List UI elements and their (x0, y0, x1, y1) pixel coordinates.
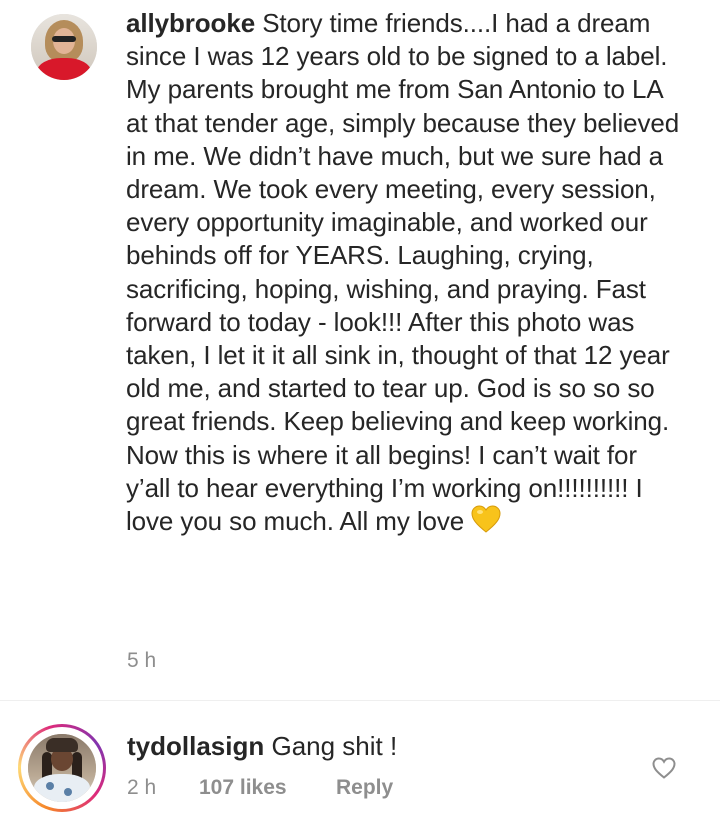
comment-text: tydollasign Gang shit ! (127, 729, 627, 763)
caption-timestamp: 5 h (127, 649, 157, 672)
reply-button[interactable]: Reply (336, 776, 393, 800)
avatar-tydollasign[interactable] (28, 734, 96, 802)
yellow-heart-icon (471, 505, 501, 541)
caption-section: allybrooke Story time friends....I had a… (0, 0, 720, 700)
comment-likes-link[interactable]: 107 likes (199, 776, 336, 800)
comment-timestamp: 2 h (127, 776, 157, 799)
caption-body: Story time friends....I had a dream sinc… (126, 8, 680, 537)
avatar-allybrooke[interactable] (31, 14, 97, 80)
story-ring[interactable] (18, 724, 106, 812)
comment-meta: 2 h 107 likes Reply (127, 776, 393, 800)
heart-outline-icon[interactable] (652, 757, 676, 779)
caption-text: allybrooke Story time friends....I had a… (126, 7, 686, 541)
comment-username[interactable]: tydollasign (127, 731, 264, 761)
caption-username[interactable]: allybrooke (126, 8, 255, 38)
comment-body: Gang shit ! (271, 731, 398, 761)
comment-row: tydollasign Gang shit ! 2 h 107 likes Re… (0, 701, 720, 828)
